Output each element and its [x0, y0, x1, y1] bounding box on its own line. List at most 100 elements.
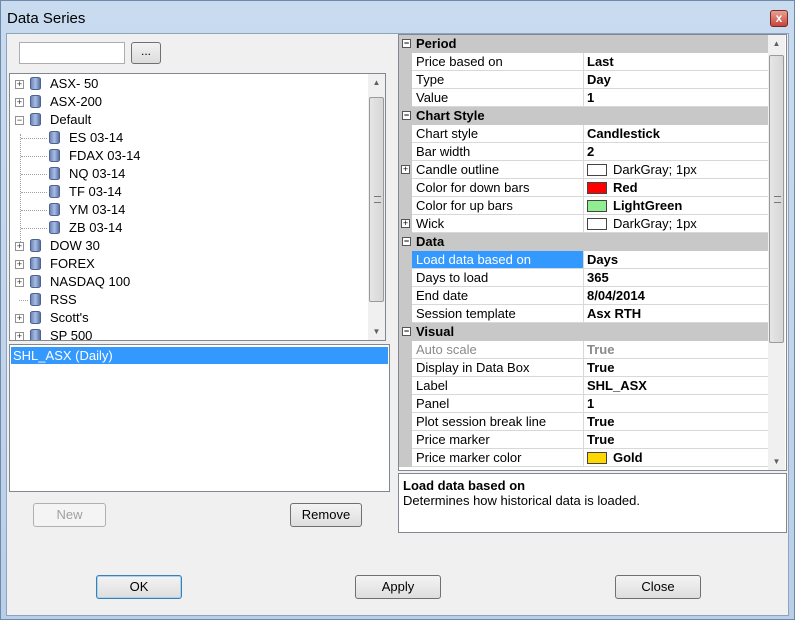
property-value[interactable]: 1	[584, 89, 768, 107]
category-row[interactable]: − Period	[399, 35, 768, 53]
property-value[interactable]: 365	[584, 269, 768, 287]
property-value[interactable]: 1	[584, 395, 768, 413]
scroll-up-arrow-icon[interactable]: ▲	[768, 35, 785, 52]
property-row[interactable]: Price marker True	[399, 431, 768, 449]
series-list[interactable]: SHL_ASX (Daily)	[9, 344, 390, 492]
scroll-up-arrow-icon[interactable]: ▲	[368, 74, 385, 91]
property-row[interactable]: Load data based on Days	[399, 251, 768, 269]
expand-icon[interactable]: +	[401, 219, 410, 228]
title-bar[interactable]: Data Series x	[1, 1, 794, 35]
property-row[interactable]: Plot session break line True	[399, 413, 768, 431]
tree-item[interactable]: RSS	[10, 291, 365, 309]
property-value[interactable]: Asx RTH	[584, 305, 768, 323]
scroll-thumb[interactable]	[769, 55, 784, 343]
expand-icon[interactable]: +	[401, 165, 410, 174]
expand-icon[interactable]: +	[15, 278, 24, 287]
tree-item[interactable]: YM 03-14	[10, 201, 365, 219]
property-value[interactable]: 2	[584, 143, 768, 161]
scroll-thumb[interactable]	[369, 97, 384, 302]
ok-button[interactable]: OK	[96, 575, 182, 599]
property-value[interactable]: SHL_ASX	[584, 377, 768, 395]
tree-item[interactable]: + Scott's	[10, 309, 365, 327]
expand-icon[interactable]: +	[15, 314, 24, 323]
property-value[interactable]: LightGreen	[584, 197, 768, 215]
instrument-tree[interactable]: + ASX- 50 + ASX-200 − Default ES 03-14 FDAX 03-…	[9, 73, 386, 341]
close-icon[interactable]: x	[770, 10, 788, 27]
property-value[interactable]: True	[584, 341, 768, 359]
property-grid[interactable]: − Period Price based on Last Type Day Value 1− C…	[398, 34, 787, 471]
browse-button[interactable]: ...	[131, 42, 161, 64]
collapse-icon[interactable]: −	[402, 327, 411, 336]
row-gutter	[399, 341, 412, 359]
property-row[interactable]: Days to load 365	[399, 269, 768, 287]
tree-item[interactable]: + ASX- 50	[10, 75, 365, 93]
expand-icon[interactable]: +	[15, 80, 24, 89]
property-row[interactable]: + Candle outline DarkGray; 1px	[399, 161, 768, 179]
scroll-down-arrow-icon[interactable]: ▼	[768, 453, 785, 470]
property-value[interactable]: Candlestick	[584, 125, 768, 143]
tree-item[interactable]: NQ 03-14	[10, 165, 365, 183]
remove-button[interactable]: Remove	[290, 503, 362, 527]
expand-icon[interactable]: +	[15, 98, 24, 107]
collapse-icon[interactable]: −	[402, 39, 411, 48]
property-row[interactable]: Price based on Last	[399, 53, 768, 71]
tree-item[interactable]: + FOREX	[10, 255, 365, 273]
property-row[interactable]: Color for up bars LightGreen	[399, 197, 768, 215]
property-value[interactable]: True	[584, 359, 768, 377]
expand-icon[interactable]: +	[15, 242, 24, 251]
property-name: Price based on	[412, 53, 584, 71]
property-value[interactable]: Red	[584, 179, 768, 197]
property-value[interactable]: Gold	[584, 449, 768, 467]
category-row[interactable]: − Visual	[399, 323, 768, 341]
tree-item[interactable]: + DOW 30	[10, 237, 365, 255]
category-row[interactable]: − Chart Style	[399, 107, 768, 125]
category-row[interactable]: − Data	[399, 233, 768, 251]
tree-item[interactable]: + SP 500	[10, 327, 365, 340]
tree-item[interactable]: ZB 03-14	[10, 219, 365, 237]
tree-item[interactable]: + NASDAQ 100	[10, 273, 365, 291]
expand-icon[interactable]: +	[15, 260, 24, 269]
property-row[interactable]: + Wick DarkGray; 1px	[399, 215, 768, 233]
property-row[interactable]: Value 1	[399, 89, 768, 107]
property-value[interactable]: 8/04/2014	[584, 287, 768, 305]
expand-icon[interactable]: +	[15, 332, 24, 340]
new-button[interactable]: New	[33, 503, 106, 527]
row-gutter	[399, 305, 412, 323]
tree-item[interactable]: FDAX 03-14	[10, 147, 365, 165]
property-value[interactable]: DarkGray; 1px	[584, 215, 768, 233]
property-value-text: 2	[587, 144, 595, 159]
property-row[interactable]: Session template Asx RTH	[399, 305, 768, 323]
collapse-icon[interactable]: −	[15, 116, 24, 125]
property-value-text: Gold	[613, 450, 643, 465]
property-value[interactable]: True	[584, 413, 768, 431]
list-item-selected[interactable]: SHL_ASX (Daily)	[11, 347, 388, 364]
property-row[interactable]: Price marker color Gold	[399, 449, 768, 467]
property-row[interactable]: End date 8/04/2014	[399, 287, 768, 305]
collapse-icon[interactable]: −	[402, 237, 411, 246]
tree-item[interactable]: − Default	[10, 111, 365, 129]
search-input[interactable]	[19, 42, 125, 64]
property-value[interactable]: True	[584, 431, 768, 449]
property-value[interactable]: Last	[584, 53, 768, 71]
database-icon	[49, 221, 60, 234]
property-row[interactable]: Label SHL_ASX	[399, 377, 768, 395]
tree-item[interactable]: + ASX-200	[10, 93, 365, 111]
property-row[interactable]: Panel 1	[399, 395, 768, 413]
property-row[interactable]: Type Day	[399, 71, 768, 89]
property-value[interactable]: Days	[584, 251, 768, 269]
property-row[interactable]: Chart style Candlestick	[399, 125, 768, 143]
tree-item[interactable]: ES 03-14	[10, 129, 365, 147]
property-value[interactable]: DarkGray; 1px	[584, 161, 768, 179]
collapse-icon[interactable]: −	[402, 111, 411, 120]
property-row[interactable]: Bar width 2	[399, 143, 768, 161]
property-row[interactable]: Color for down bars Red	[399, 179, 768, 197]
scroll-down-arrow-icon[interactable]: ▼	[368, 323, 385, 340]
grid-scrollbar[interactable]: ▲ ▼	[768, 35, 785, 470]
apply-button[interactable]: Apply	[355, 575, 441, 599]
tree-item[interactable]: TF 03-14	[10, 183, 365, 201]
close-button[interactable]: Close	[615, 575, 701, 599]
tree-scrollbar[interactable]: ▲ ▼	[368, 74, 385, 340]
property-row[interactable]: Auto scale True	[399, 341, 768, 359]
property-row[interactable]: Display in Data Box True	[399, 359, 768, 377]
property-value[interactable]: Day	[584, 71, 768, 89]
